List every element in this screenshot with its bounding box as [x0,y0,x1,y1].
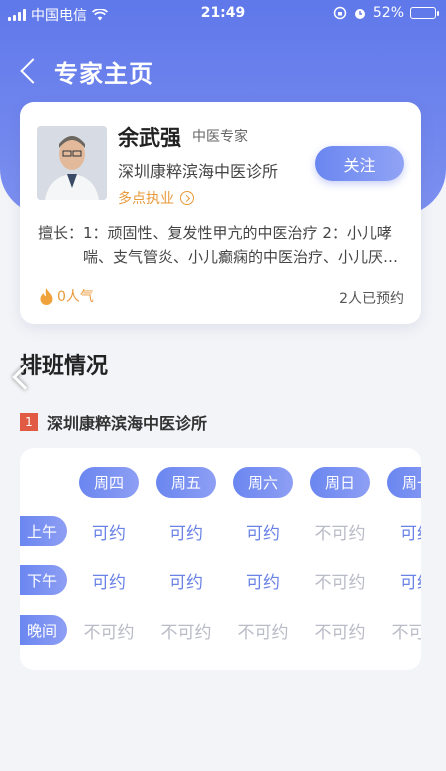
doctor-skills: 擅长： 1：顽固性、复发性甲亢的中医治疗 2：小儿哮喘、支气管炎、小儿癫痫的中医… [38,221,408,269]
slot-cell[interactable]: 可约 [228,568,298,593]
slot-cell[interactable]: 可约 [382,568,421,593]
popularity-count: 0人气 [57,289,94,305]
back-arrow-icon[interactable] [20,58,46,84]
slot-cell: 不可约 [237,623,289,643]
slot-cell: 不可约 [160,623,212,643]
booked-count: 2人已预约 [339,291,404,307]
slot-cell: 不可约 [314,573,366,593]
doctor-avatar [37,126,107,200]
clinic-header: 1 深圳康粹滨海中医诊所 [20,410,207,434]
day-header: 周四 [79,467,139,498]
multi-practice-label: 多点执业 [118,191,174,207]
period-label: 晚间 [20,615,67,645]
day-header: 周五 [156,467,216,498]
doctor-hospital: 深圳康粹滨海中医诊所 [118,162,279,181]
slot-cell[interactable]: 可约 [151,519,221,544]
battery-percent: 52% [372,5,404,21]
multi-practice-link[interactable]: 多点执业 [118,188,194,208]
slot-cell[interactable]: 可约 [228,519,298,544]
doctor-card: 余武强 中医专家 深圳康粹滨海中医诊所 多点执业 关注 擅长： 1：顽固性、复发… [20,102,421,324]
battery-icon [410,7,439,19]
slot-cell: 不可约 [314,524,366,544]
day-header: 周一 [387,467,421,498]
skills-label: 擅长： [38,224,84,242]
rotation-lock-icon [333,6,347,20]
slot-cell[interactable]: 可约 [151,568,221,593]
slot-cell[interactable]: 可约 [74,519,144,544]
day-header: 周日 [310,467,370,498]
follow-button[interactable]: 关注 [315,146,404,181]
slot-cell[interactable]: 可约 [74,568,144,593]
popularity: 0人气 [40,286,94,306]
schedule-table: 周四 周五 周六 周日 周一 上午 下午 晚间 可约 可约 可约 不可约 可约 … [20,448,421,670]
slot-cell[interactable]: 可约 [382,519,421,544]
slot-cell: 不可约 [83,623,135,643]
slot-cell: 不可约 [314,623,366,643]
chevron-right-circle-icon [180,191,194,205]
nav-bar: 专家主页 [16,52,154,90]
page-title: 专家主页 [54,59,154,88]
alarm-icon [354,9,365,19]
status-bar: 中国电信 21:49 52% [0,0,446,28]
flame-icon [40,287,53,305]
doctor-title: 中医专家 [192,129,248,145]
clinic-name: 深圳康粹滨海中医诊所 [47,414,208,433]
doctor-name: 余武强 [118,126,181,150]
clinic-index-badge: 1 [20,413,38,431]
slot-cell: 不可约 [391,623,422,643]
day-header: 周六 [233,467,293,498]
status-right: 52% [333,5,439,21]
period-label: 上午 [20,516,67,546]
skills-text: 1：顽固性、复发性甲亢的中医治疗 2：小儿哮喘、支气管炎、小儿癫痫的中医治疗、小… [83,224,399,266]
period-label: 下午 [20,565,67,595]
